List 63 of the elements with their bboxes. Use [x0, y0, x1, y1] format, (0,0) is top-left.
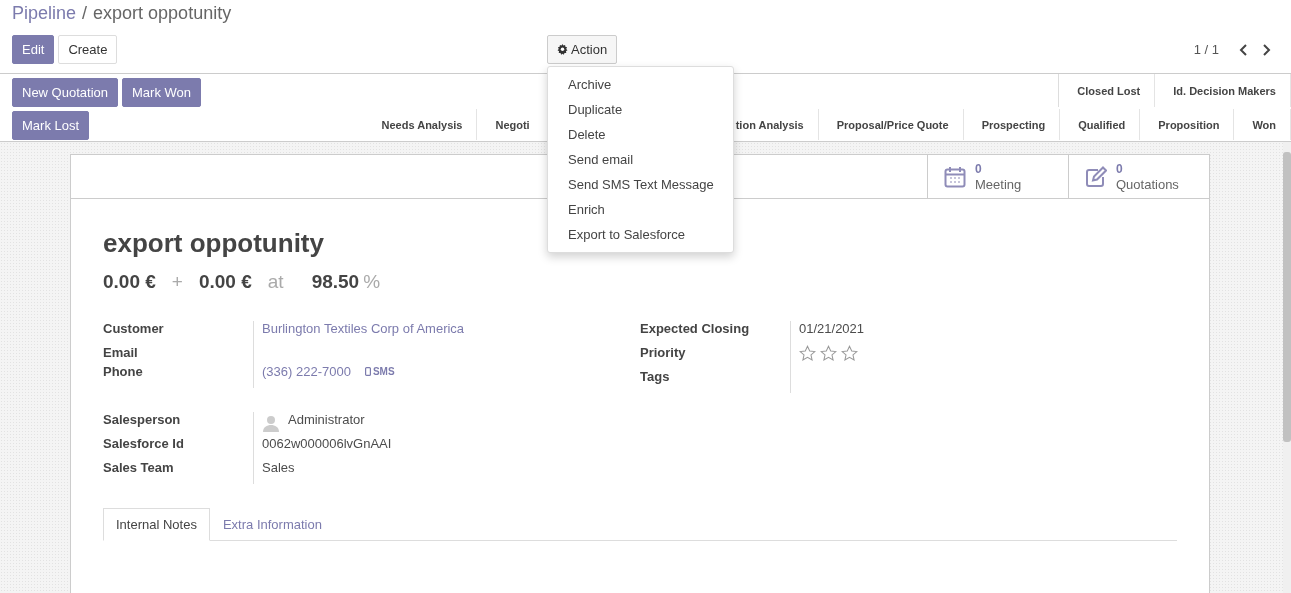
edit-icon [1085, 165, 1107, 188]
stage-tab[interactable]: Needs Analysis [363, 109, 478, 140]
menu-item[interactable]: Send SMS Text Message [548, 172, 733, 197]
at-label: at [267, 271, 284, 293]
field-value: 0062w000006lvGnAAI [262, 436, 392, 451]
menu-item[interactable]: Export to Salesforce [548, 222, 733, 247]
field-label: Priority [640, 345, 687, 362]
field-label: Sales Team [103, 460, 175, 477]
star-icon[interactable] [799, 345, 816, 362]
previous-icon[interactable] [1239, 43, 1249, 56]
notebook-tab[interactable]: Extra Information [209, 508, 335, 541]
plus-sign: + [171, 271, 183, 293]
edit-button[interactable]: Edit [12, 35, 55, 64]
action-button[interactable]: Action [547, 35, 618, 64]
status-button[interactable]: Mark Lost [12, 111, 90, 140]
breadcrumb-current: export oppotunity [93, 2, 232, 24]
expected-revenue: 0.00 € [103, 271, 156, 293]
field-label: Tags [640, 369, 671, 386]
stage-tab[interactable]: Qualified [1060, 109, 1141, 140]
phone-icon [364, 367, 371, 376]
stage-tab[interactable]: Won [1234, 109, 1291, 140]
smart-button[interactable]: 0 Quotations [1068, 155, 1209, 198]
field-value: 01/21/2021 [799, 321, 865, 336]
breadcrumb-separator: / [82, 2, 88, 24]
field-value: Administrator [288, 412, 365, 427]
prorated-revenue: 0.00 € [198, 271, 252, 293]
phone-link[interactable]: (336) 222-7000 [262, 364, 351, 379]
pager-text: 1 / 1 [1193, 42, 1219, 57]
record-title: export oppotunity [103, 227, 324, 259]
stage-tab[interactable]: Proposal/Price Quote [818, 109, 964, 140]
status-button[interactable]: Mark Won [122, 78, 201, 107]
field-label: Salesperson [103, 412, 182, 429]
stage-tab[interactable]: Id. Decision Makers [1155, 74, 1291, 107]
probability-value: 98.50 [311, 271, 360, 293]
field-label: Customer [103, 321, 165, 338]
create-button[interactable]: Create [58, 35, 118, 64]
customer-link[interactable]: Burlington Textiles Corp of America [262, 321, 465, 336]
field-label: Salesforce Id [103, 436, 185, 453]
star-icon[interactable] [841, 345, 858, 362]
notebook-tab[interactable]: Internal Notes [103, 508, 210, 541]
status-button[interactable]: New Quotation [12, 78, 118, 107]
breadcrumb-link[interactable]: Pipeline [12, 2, 77, 24]
stage-tab[interactable]: Proposition [1140, 109, 1235, 140]
menu-item[interactable]: Enrich [548, 197, 733, 222]
field-label: Email [103, 345, 139, 362]
stage-tab[interactable]: Negoti [477, 109, 530, 140]
star-icon[interactable] [820, 345, 837, 362]
gear-icon [557, 44, 568, 55]
menu-item[interactable]: Archive [548, 72, 733, 97]
stage-tab[interactable]: Prospecting [963, 109, 1061, 140]
calendar-icon [944, 165, 966, 188]
field-label: Expected Closing [640, 321, 751, 338]
scrollbar[interactable] [1283, 142, 1291, 593]
stage-tab[interactable]: tion Analysis [717, 109, 819, 140]
field-label: Phone [103, 364, 144, 381]
stage-tab[interactable]: Closed Lost [1059, 74, 1156, 107]
next-icon[interactable] [1261, 43, 1271, 56]
smart-button[interactable]: 0 Meeting [927, 155, 1068, 198]
avatar-icon [262, 414, 280, 432]
sms-link[interactable]: SMS [364, 364, 395, 377]
menu-item[interactable]: Send email [548, 147, 733, 172]
percent-sign: % [363, 271, 381, 293]
field-value: Sales [262, 460, 295, 475]
